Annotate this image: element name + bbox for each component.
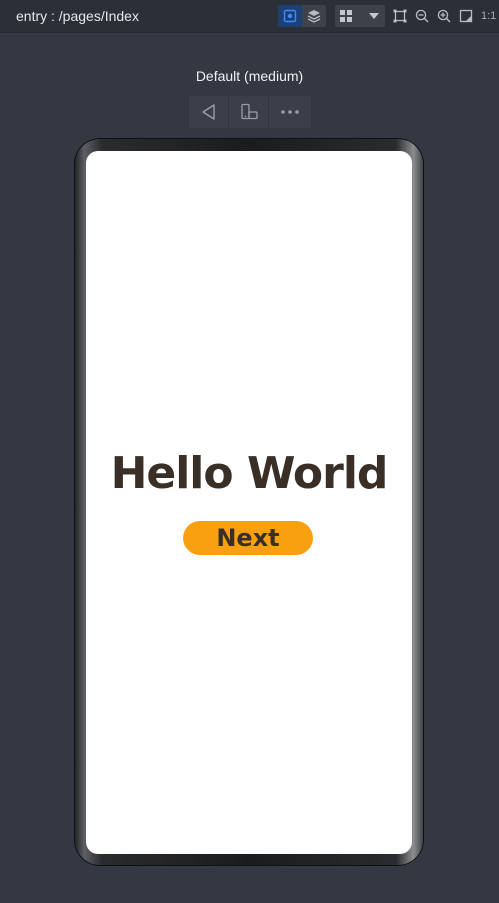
inspector-toggle[interactable]	[278, 5, 302, 27]
chevron-down-icon	[369, 13, 379, 19]
app-screen: Hello World Next	[86, 151, 412, 854]
fit-frame-icon	[393, 9, 407, 23]
fit-frame-button[interactable]	[392, 6, 408, 26]
toolbar: entry : /pages/Index 1:1	[0, 0, 499, 33]
back-button[interactable]	[189, 96, 229, 128]
inspector-icon	[283, 9, 297, 23]
rotate-device-button[interactable]	[229, 96, 269, 128]
zoom-out-button[interactable]	[414, 6, 430, 26]
more-icon	[281, 110, 299, 114]
device-name: Default (medium)	[195, 68, 304, 84]
page-route: entry : /pages/Index	[16, 8, 139, 24]
device-controls	[189, 96, 311, 128]
grid-icon	[340, 10, 352, 22]
more-button[interactable]	[269, 96, 311, 128]
rotate-device-icon	[240, 103, 258, 120]
layers-toggle[interactable]	[302, 5, 326, 27]
zoom-out-icon	[415, 9, 429, 23]
layers-icon	[307, 10, 321, 23]
view-mode-toggle	[278, 5, 326, 27]
next-button[interactable]: Next	[183, 521, 313, 555]
zoom-ratio-button[interactable]: 1:1	[481, 9, 496, 23]
fullscreen-icon	[459, 9, 473, 23]
component-tree-dropdown[interactable]	[335, 5, 385, 27]
hello-text: Hello World	[110, 448, 389, 499]
device-frame: Hello World Next	[74, 138, 424, 866]
zoom-in-button[interactable]	[436, 6, 452, 26]
back-icon	[201, 104, 215, 120]
zoom-in-icon	[437, 9, 451, 23]
fullscreen-button[interactable]	[458, 6, 474, 26]
previewer-window: entry : /pages/Index 1:1 Default (medium…	[0, 0, 499, 903]
